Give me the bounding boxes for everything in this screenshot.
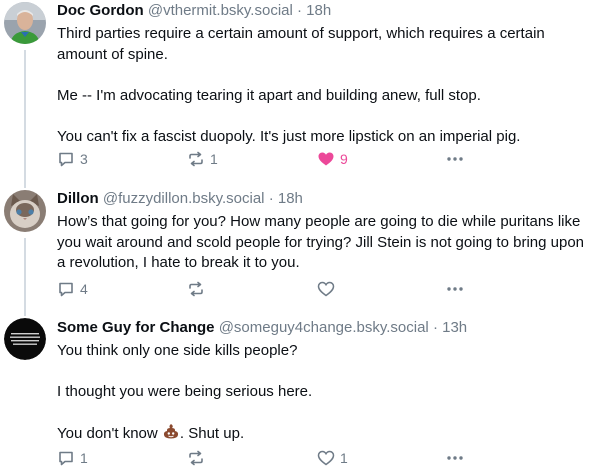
reply-icon bbox=[57, 280, 75, 298]
post-time[interactable]: 18h bbox=[306, 2, 331, 19]
separator-dot: · bbox=[268, 190, 274, 207]
post-text: You don't know bbox=[57, 425, 158, 442]
repost-icon bbox=[187, 449, 205, 467]
reply-count: 1 bbox=[80, 450, 88, 466]
post-actions: 3 1 9 bbox=[57, 149, 477, 169]
post-header: Doc Gordon @vthermit.bsky.social · 18h bbox=[57, 2, 331, 20]
author-name[interactable]: Dillon bbox=[57, 190, 99, 207]
like-button[interactable]: 9 bbox=[317, 149, 348, 169]
reply-button[interactable]: 1 bbox=[57, 448, 88, 468]
post-header: Some Guy for Change @someguy4change.bsky… bbox=[57, 319, 467, 337]
like-button[interactable]: 1 bbox=[317, 448, 348, 468]
reply-button[interactable]: 3 bbox=[57, 149, 88, 169]
heart-icon bbox=[317, 449, 335, 467]
thread-line bbox=[24, 50, 26, 180]
reply-count: 3 bbox=[80, 151, 88, 167]
post-time[interactable]: 13h bbox=[442, 319, 467, 336]
reply-button[interactable]: 4 bbox=[57, 279, 88, 299]
separator-dot: · bbox=[432, 319, 438, 336]
post-body: You think only one side kills people? I … bbox=[57, 341, 592, 447]
more-icon bbox=[445, 150, 465, 168]
more-button[interactable] bbox=[445, 279, 465, 299]
avatar[interactable] bbox=[4, 2, 46, 44]
post-actions: 1 1 bbox=[57, 448, 477, 468]
reply-icon bbox=[57, 150, 75, 168]
like-button[interactable] bbox=[317, 279, 335, 299]
author-handle[interactable]: @fuzzydillon.bsky.social bbox=[103, 190, 265, 207]
post-header: Dillon @fuzzydillon.bsky.social · 18h bbox=[57, 190, 303, 208]
repost-icon bbox=[187, 150, 205, 168]
thread-line bbox=[24, 238, 26, 300]
post-paragraph: You think only one side kills people? bbox=[57, 342, 298, 359]
post-paragraph: How’s that going for you? How many peopl… bbox=[57, 213, 584, 271]
repost-count: 1 bbox=[210, 151, 218, 167]
post-paragraph: Me -- I'm advocating tearing it apart an… bbox=[57, 86, 481, 104]
author-name[interactable]: Doc Gordon bbox=[57, 2, 144, 19]
more-icon bbox=[445, 449, 465, 467]
post-doc-gordon[interactable]: Doc Gordon @vthermit.bsky.social · 18h T… bbox=[0, 0, 600, 180]
repost-icon bbox=[187, 280, 205, 298]
thread-line bbox=[24, 300, 26, 316]
post-paragraph: Third parties require a certain amount o… bbox=[57, 25, 545, 63]
more-button[interactable] bbox=[445, 149, 465, 169]
post-actions: 4 bbox=[57, 279, 477, 299]
reply-count: 4 bbox=[80, 281, 88, 297]
post-dillon[interactable]: Dillon @fuzzydillon.bsky.social · 18h Ho… bbox=[0, 180, 600, 300]
post-body: Third parties require a certain amount o… bbox=[57, 24, 592, 147]
like-count: 9 bbox=[340, 151, 348, 167]
avatar[interactable] bbox=[4, 318, 46, 360]
heart-icon bbox=[317, 280, 335, 298]
separator-dot: · bbox=[297, 2, 302, 19]
post-body: How’s that going for you? How many peopl… bbox=[57, 212, 592, 274]
reply-icon bbox=[57, 449, 75, 467]
post-paragraph: You can't fix a fascist duopoly. It's ju… bbox=[57, 127, 521, 145]
repost-button[interactable] bbox=[187, 448, 205, 468]
author-handle[interactable]: @vthermit.bsky.social bbox=[148, 2, 293, 19]
post-text: . Shut up. bbox=[179, 425, 245, 442]
post-time[interactable]: 18h bbox=[278, 190, 303, 207]
post-paragraph: I thought you were being serious here. bbox=[57, 383, 313, 400]
thread-line bbox=[24, 180, 26, 188]
more-button[interactable] bbox=[445, 448, 465, 468]
author-handle[interactable]: @someguy4change.bsky.social bbox=[219, 319, 429, 336]
like-count: 1 bbox=[340, 450, 348, 466]
repost-button[interactable]: 1 bbox=[187, 149, 218, 169]
repost-button[interactable] bbox=[187, 279, 205, 299]
author-name[interactable]: Some Guy for Change bbox=[57, 319, 215, 336]
more-icon bbox=[445, 280, 465, 298]
post-paragraph-last: You don't know . Shut up. bbox=[57, 423, 592, 447]
heart-icon bbox=[317, 150, 335, 168]
poop-emoji bbox=[162, 423, 180, 447]
thread-feed: Doc Gordon @vthermit.bsky.social · 18h T… bbox=[0, 0, 600, 466]
post-some-guy-for-change[interactable]: Some Guy for Change @someguy4change.bsky… bbox=[0, 300, 600, 466]
avatar[interactable] bbox=[4, 190, 46, 232]
